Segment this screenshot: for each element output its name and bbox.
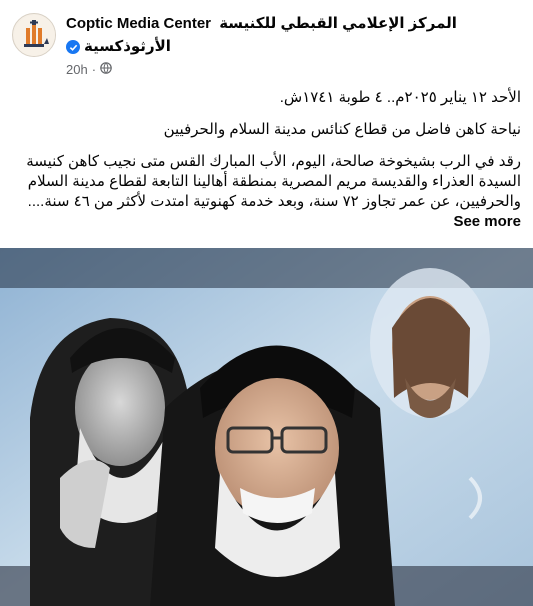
post-date-line: الأحد ١٢ يناير ٢٠٢٥م.. ٤ طوبة ١٧٤١ش. <box>279 89 521 106</box>
post-text: الأحد ١٢ يناير ٢٠٢٥م.. ٤ طوبة ١٧٤١ش. نيا… <box>12 88 521 244</box>
page-name-link[interactable]: Coptic Media Center المركز الإعلامي القب… <box>66 14 521 34</box>
page-name-arabic[interactable]: المركز الإعلامي القبطي للكنيسة <box>219 15 457 32</box>
post-headline: نياحة كاهن فاضل من قطاع كنائس مدينة السل… <box>163 121 521 138</box>
post-body-paragraph: رقد في الرب بشيخوخة صالحة، اليوم، الأب ا… <box>12 152 521 232</box>
post-meta: 20h · <box>66 60 112 78</box>
post-timestamp[interactable]: 20h <box>66 62 88 77</box>
globe-icon[interactable] <box>100 61 112 77</box>
post-photo[interactable] <box>0 248 533 606</box>
facebook-post: Coptic Media Center المركز الإعلامي القب… <box>0 0 533 606</box>
page-name-second-line[interactable]: الأرثوذكسية <box>66 36 216 58</box>
post-photo-image <box>0 248 533 606</box>
post-header: Coptic Media Center المركز الإعلامي القب… <box>12 12 521 82</box>
post-body: رقد في الرب بشيخوخة صالحة، اليوم، الأب ا… <box>26 153 521 210</box>
meta-separator: · <box>91 61 97 77</box>
verified-badge-icon <box>66 40 80 54</box>
page-name-arabic-line2[interactable]: الأرثوذكسية <box>84 37 171 57</box>
page-name-english[interactable]: Coptic Media Center <box>66 15 211 32</box>
church-logo-icon[interactable] <box>12 13 56 57</box>
see-more-link[interactable]: See more <box>453 213 521 230</box>
